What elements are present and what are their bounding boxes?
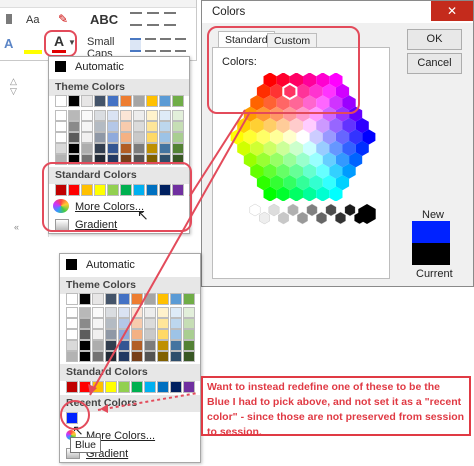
dashed-arrow <box>97 392 199 411</box>
arrow-to-recent <box>89 111 251 396</box>
arrow-to-dialog <box>189 109 246 197</box>
arrow-head <box>100 404 108 413</box>
annotation-note: Want to instead redefine one of these to… <box>201 376 471 438</box>
